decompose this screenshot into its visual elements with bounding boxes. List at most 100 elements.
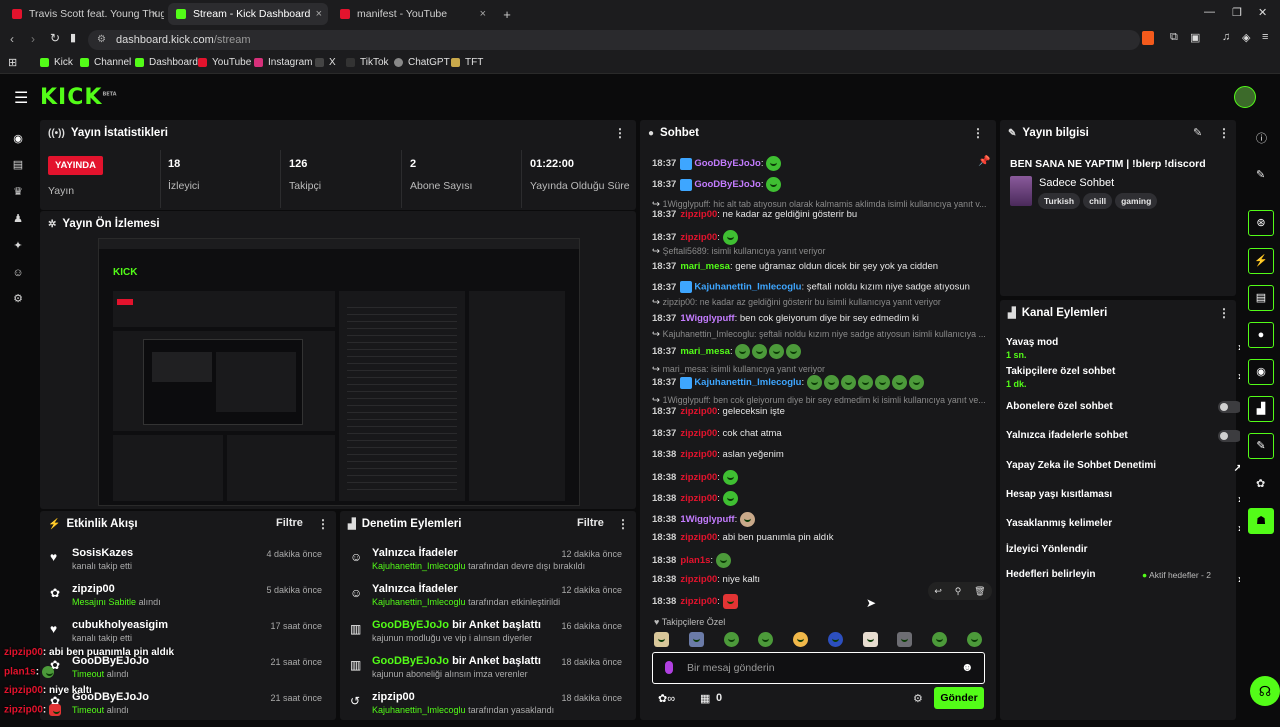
- vpn-icon[interactable]: ◈: [1242, 31, 1250, 44]
- emote-icon[interactable]: [966, 632, 982, 647]
- emote-icon[interactable]: [688, 632, 704, 647]
- bookmark-tft[interactable]: TFT: [451, 57, 483, 68]
- send-button[interactable]: Gönder: [934, 687, 984, 709]
- emoji-picker-icon[interactable]: ☻: [961, 660, 974, 674]
- emote-icon[interactable]: [793, 632, 809, 647]
- emote-icon[interactable]: [897, 632, 913, 647]
- back-icon[interactable]: ‹: [10, 32, 14, 46]
- delete-icon[interactable]: 🗑: [974, 586, 985, 597]
- raid-row[interactable]: İzleyici Yönlendir: [1006, 544, 1230, 566]
- close-icon[interactable]: ×: [480, 8, 486, 20]
- chat-username[interactable]: zipzip00: [680, 532, 717, 543]
- sidebar-icon[interactable]: ▣: [1190, 31, 1200, 44]
- bookmark-kick[interactable]: Kick: [40, 57, 73, 68]
- kick-logo[interactable]: KICKBETA: [40, 85, 117, 110]
- chat-reply-line[interactable]: ↪ Kajuhanettin_Imlecoglu: şeftali noldu …: [652, 328, 987, 341]
- bookmark-channel[interactable]: Channel: [80, 57, 131, 68]
- reply-icon[interactable]: ↩: [934, 586, 942, 597]
- chat-username[interactable]: GooDByEJoJo: [694, 179, 761, 190]
- chat-message[interactable]: 18:37 zipzip00: ne kadar az geldiğini gös…: [652, 209, 987, 221]
- more-options-icon[interactable]: ⋮: [614, 126, 626, 140]
- notes-tool-button[interactable]: ▤: [1248, 285, 1274, 311]
- chat-username[interactable]: zipzip00: [680, 428, 717, 439]
- edit-icon[interactable]: ✎: [1193, 126, 1202, 139]
- bookmark-x[interactable]: X: [315, 57, 336, 68]
- chat-tool-button[interactable]: ●: [1248, 322, 1274, 348]
- emote-chat-toggle[interactable]: [1218, 430, 1242, 442]
- more-options-icon[interactable]: ⋮: [617, 517, 629, 531]
- hamburger-menu-icon[interactable]: ☰: [14, 88, 28, 108]
- help-support-button[interactable]: ☊: [1250, 676, 1280, 706]
- browser-tab[interactable]: Travis Scott feat. Young Thug & M.I.A. ×: [4, 3, 164, 25]
- info-icon[interactable]: ⓘ: [1256, 130, 1267, 146]
- slow-mode-row[interactable]: Yavaş mod1 sn.›: [1006, 337, 1242, 360]
- chat-username[interactable]: zipzip00: [680, 596, 717, 607]
- bookmark-tiktok[interactable]: TikTok: [346, 57, 389, 68]
- chat-username[interactable]: zipzip00: [680, 406, 717, 417]
- account-age-row[interactable]: Hesap yaşı kısıtlaması›: [1006, 489, 1242, 511]
- avatar[interactable]: [1234, 86, 1256, 108]
- reload-icon[interactable]: ↻: [50, 31, 60, 45]
- followers-chat-row[interactable]: Takipçilere özel sohbet1 dk.›: [1006, 366, 1242, 389]
- chat-username[interactable]: Kajuhanettin_Imlecoglu: [694, 282, 801, 293]
- mod-tool-button[interactable]: ⊛: [1248, 210, 1274, 236]
- goals-row[interactable]: Hedefleri belirleyin ● Aktif hedefler - …: [1006, 569, 1242, 591]
- chat-message[interactable]: 18:38 zipzip00: aslan yeğenim: [652, 449, 987, 461]
- emote-icon[interactable]: [758, 632, 774, 647]
- chat-username[interactable]: zipzip00: [680, 493, 717, 504]
- close-window-icon[interactable]: ✕: [1258, 6, 1267, 19]
- analytics-nav-icon[interactable]: ▤: [11, 158, 25, 172]
- close-icon[interactable]: ×: [316, 8, 322, 20]
- chat-message[interactable]: 18:37 zipzip00: cok chat atma: [652, 428, 987, 440]
- chat-username[interactable]: zipzip00: [680, 449, 717, 460]
- chat-reply-line[interactable]: ↪ zipzip00: ne kadar az geldiğini göster…: [652, 296, 987, 309]
- chat-username[interactable]: zipzip00: [680, 574, 717, 585]
- bot-tool-button[interactable]: ☗: [1248, 508, 1274, 534]
- chat-username[interactable]: zipzip00: [680, 209, 717, 220]
- emote-icon[interactable]: [862, 632, 878, 647]
- chat-username[interactable]: zipzip00: [680, 472, 717, 483]
- settings-nav-icon[interactable]: ⚙: [11, 292, 25, 306]
- ai-moderation-row[interactable]: Yapay Zeka ile Sohbet Denetimi ↗: [1006, 460, 1242, 482]
- more-options-icon[interactable]: ⋮: [1218, 306, 1230, 320]
- chat-settings-icon[interactable]: ⚙: [913, 692, 923, 705]
- menu-icon[interactable]: ≡: [1262, 31, 1268, 43]
- chat-message[interactable]: 18:37 1Wigglypuff: ben cok gleiyorum diye…: [652, 313, 987, 325]
- wrench-tool-button[interactable]: ✎: [1248, 433, 1274, 459]
- edit-icon[interactable]: ✎: [1256, 168, 1265, 181]
- maximize-icon[interactable]: ❐: [1232, 6, 1242, 19]
- activity-filter-button[interactable]: Filtre: [276, 517, 303, 529]
- pin-icon[interactable]: ⚲: [955, 586, 962, 597]
- browser-tab[interactable]: Stream - Kick Dashboard ×: [168, 3, 328, 25]
- chat-message[interactable]: 18:38 plan1s:: [652, 553, 987, 568]
- bookmark-instagram[interactable]: Instagram: [254, 57, 312, 68]
- users-nav-icon[interactable]: ☺: [11, 266, 25, 280]
- more-options-icon[interactable]: ⋮: [972, 126, 984, 140]
- chat-message[interactable]: 18:37 GooDByEJoJo:: [652, 177, 987, 192]
- stream-nav-icon[interactable]: ◉: [11, 132, 25, 146]
- site-settings-icon[interactable]: ⚙: [97, 30, 106, 50]
- browser-tab[interactable]: manifest - YouTube ×: [332, 3, 492, 25]
- chat-username[interactable]: plan1s: [680, 555, 710, 566]
- chat-message[interactable]: 18:37 Kajuhanettin_Imlecoglu: şeftali nol…: [652, 281, 987, 294]
- chat-message[interactable]: 18:38 zipzip00:: [652, 470, 987, 485]
- stream-preview-video[interactable]: KICK: [98, 238, 580, 506]
- emote-icon[interactable]: [827, 632, 843, 647]
- chat-message[interactable]: 18:38 zipzip00:: [652, 491, 987, 506]
- forward-icon[interactable]: ›: [31, 32, 35, 46]
- chat-message[interactable]: 18:37 zipzip00: geleceksin işte: [652, 406, 987, 418]
- minimize-icon[interactable]: —: [1204, 6, 1215, 18]
- community-nav-icon[interactable]: ♟: [11, 212, 25, 226]
- address-bar[interactable]: ⚙ dashboard.kick.com/stream: [88, 30, 1140, 50]
- points-icon[interactable]: ✿: [1256, 477, 1265, 490]
- chat-message[interactable]: 18:38 zipzip00: abi ben puanımla pin aldı…: [652, 532, 987, 544]
- apps-grid-icon[interactable]: ⊞: [8, 56, 17, 69]
- chat-username[interactable]: mari_mesa: [680, 346, 730, 357]
- points-icon[interactable]: ✿∞: [658, 692, 675, 705]
- bookmark-dashboard[interactable]: Dashboard: [135, 57, 198, 68]
- banned-words-row[interactable]: Yasaklanmış kelimeler›: [1006, 518, 1242, 540]
- close-icon[interactable]: ×: [152, 8, 158, 20]
- chat-message[interactable]: 18:37 mari_mesa:: [652, 344, 987, 359]
- chat-username[interactable]: GooDByEJoJo: [694, 158, 761, 169]
- chat-message[interactable]: 18:37 GooDByEJoJo:: [652, 156, 987, 171]
